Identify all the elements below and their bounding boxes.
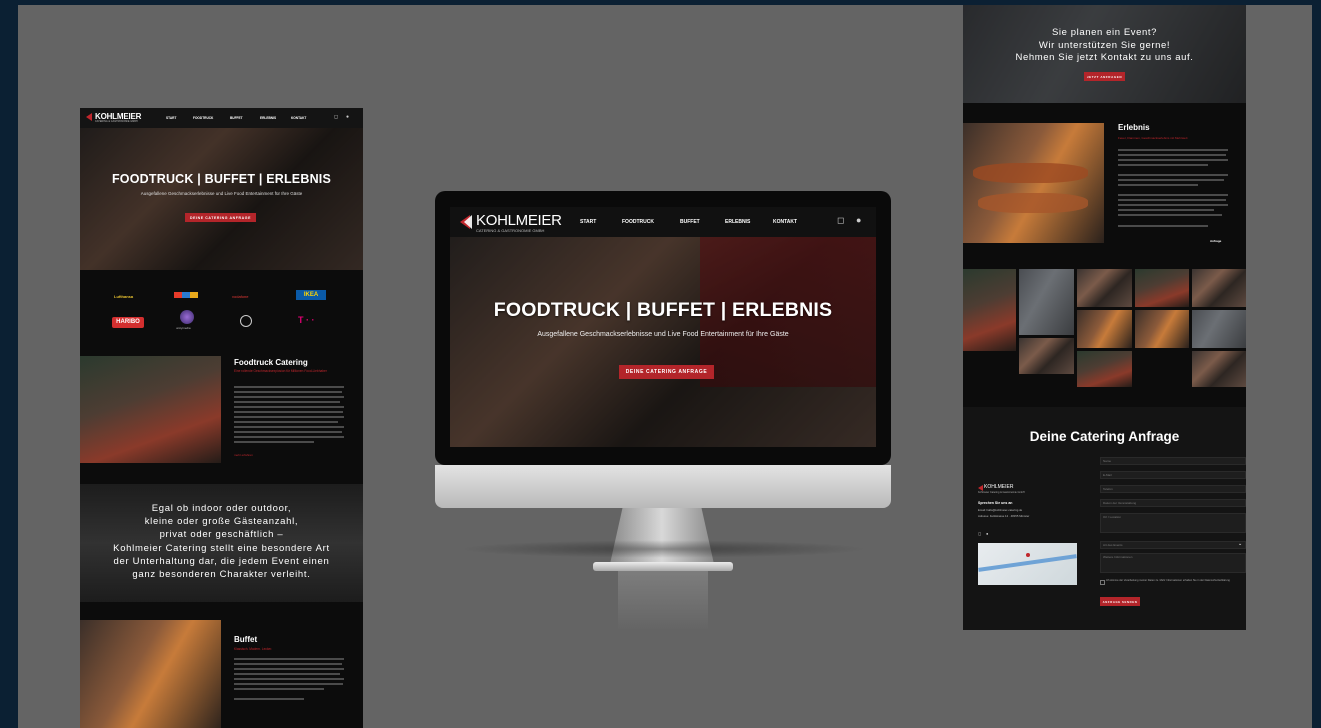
- foodtruck-title: Foodtruck Catering: [234, 358, 308, 367]
- brand-logo-mark: [86, 113, 94, 122]
- location-map[interactable]: [978, 543, 1077, 585]
- foodtruck-more-link[interactable]: mehr erfahren: [234, 453, 253, 457]
- partner-logo-telekom: T · ·: [298, 315, 315, 325]
- facebook-icon[interactable]: ●: [856, 216, 861, 225]
- nav-start[interactable]: START: [166, 116, 176, 120]
- brand-name[interactable]: KOHLMEIER: [476, 212, 562, 229]
- form-field-event-type-select[interactable]: Art des Events: [1100, 541, 1246, 549]
- brand-name: KOHLMEIER: [984, 484, 1014, 490]
- monitor-website: KOHLMEIER CATERING & GASTRONOMIE GMBH ST…: [450, 207, 876, 447]
- partner-logo-lufthansa: Lufthansa: [114, 294, 134, 299]
- presentation-canvas: KOHLMEIER CATERING & GASTRONOMIE GMBH ST…: [18, 5, 1312, 728]
- gallery-photo[interactable]: [1019, 338, 1074, 374]
- erlebnis-title: Erlebnis: [1118, 123, 1150, 132]
- chevron-down-icon: ⌄: [1238, 541, 1243, 547]
- nav-erlebnis[interactable]: ERLEBNIS: [260, 116, 276, 120]
- instagram-icon[interactable]: ◻: [837, 216, 844, 225]
- buffet-title: Buffet: [234, 635, 258, 644]
- quote-text: Egal ob indoor oder outdoor, kleine oder…: [113, 503, 330, 581]
- contact-address: Adresse: Feldstrasse 12 · 48155 Münster: [978, 514, 1030, 518]
- gallery-photo[interactable]: [1192, 351, 1246, 387]
- monitor-reflection: [618, 571, 708, 631]
- nav-buffet[interactable]: BUFFET: [230, 116, 243, 120]
- event-banner: Sie planen ein Event? Wir unterstützen S…: [963, 5, 1246, 103]
- hero-cta-button[interactable]: DEINE CATERING ANFRAGE: [619, 365, 714, 379]
- partner-logo-haribo: HARIBO: [112, 317, 144, 328]
- form-field-phone[interactable]: Telefon: [1100, 485, 1246, 493]
- monitor-base: [593, 562, 733, 571]
- right-page-preview: Sie planen ein Event? Wir unterstützen S…: [963, 5, 1246, 630]
- partner-logo-colorbar: [174, 292, 198, 298]
- event-banner-cta-button[interactable]: JETZT ANFRAGEN: [1084, 72, 1125, 81]
- nav-erlebnis[interactable]: ERLEBNIS: [725, 219, 750, 225]
- facebook-icon[interactable]: ●: [986, 532, 988, 536]
- form-field-message[interactable]: Weitere Informationen: [1100, 553, 1246, 573]
- quote-section: Egal ob indoor oder outdoor, kleine oder…: [80, 484, 363, 602]
- form-field-location[interactable]: Ort / Location: [1100, 513, 1246, 533]
- instagram-icon[interactable]: ◻: [978, 532, 981, 536]
- hero-cta-button[interactable]: DEINE CATERING ANFRAGE: [185, 213, 256, 222]
- gallery-photo[interactable]: [1019, 269, 1074, 335]
- hero-subtitle: Ausgefallene Geschmackserlebnisse und Li…: [140, 191, 303, 196]
- mobile-header: KOHLMEIER CATERING & GASTRONOMIE GMBH ST…: [80, 108, 363, 128]
- gallery-photo[interactable]: [1135, 310, 1189, 348]
- nav-foodtruck[interactable]: FOODTRUCK: [193, 116, 213, 120]
- nav-foodtruck[interactable]: FOODTRUCK: [622, 219, 654, 225]
- foodtruck-subtitle: Eine rollende Geschmacksexplosion für Mi…: [234, 369, 327, 373]
- mobile-hero: FOODTRUCK | BUFFET | ERLEBNIS Ausgefalle…: [80, 128, 363, 270]
- contact-title: Deine Catering Anfrage: [1029, 429, 1180, 444]
- consent-checkbox[interactable]: [1100, 580, 1105, 585]
- desktop-header: KOHLMEIER CATERING & GASTRONOMIE GMBH ST…: [450, 207, 876, 237]
- contact-heading: Sprechen Sie uns an: [978, 501, 1013, 505]
- instagram-icon[interactable]: ◻: [334, 115, 338, 120]
- hero-subtitle: Ausgefallene Geschmackserlebnisse und Li…: [537, 331, 789, 338]
- monitor-shadow: [458, 540, 868, 558]
- hero-title: FOODTRUCK | BUFFET | ERLEBNIS: [493, 299, 833, 321]
- event-banner-text: Sie planen ein Event? Wir unterstützen S…: [1015, 27, 1194, 63]
- nav-buffet[interactable]: BUFFET: [680, 219, 700, 225]
- contact-email[interactable]: Email: hallo@kohlmeier-catering.de: [978, 508, 1022, 512]
- desktop-hero: FOODTRUCK | BUFFET | ERLEBNIS Ausgefalle…: [450, 237, 876, 447]
- erlebnis-subtitle: Feuer, Flammen, Geschmackserlebnis mit M…: [1118, 136, 1188, 140]
- photo-gallery: [963, 269, 1246, 389]
- nav-kontakt[interactable]: KONTAKT: [291, 116, 306, 120]
- contact-company-name: Kohlmeier Catering & Gastronomie GmbH: [978, 491, 1025, 494]
- monitor-chin: [435, 465, 891, 508]
- form-field-email[interactable]: E-Mail: [1100, 471, 1246, 479]
- partner-logo-ikea: IKEA: [296, 290, 326, 300]
- partner-logo-mercedes-icon: [240, 315, 252, 327]
- partner-logo-unitymedia-mark: [180, 310, 194, 324]
- partner-logo-unitymedia: unitymedia: [176, 326, 191, 330]
- gallery-photo[interactable]: [1192, 269, 1246, 307]
- hero-title: FOODTRUCK | BUFFET | ERLEBNIS: [111, 172, 332, 186]
- partner-logo-vodafone: vodafone: [232, 294, 249, 299]
- nav-start[interactable]: START: [580, 219, 596, 225]
- brand-tagline: CATERING & GASTRONOMIE GMBH: [95, 120, 138, 123]
- gallery-photo[interactable]: [963, 269, 1016, 351]
- gallery-photo[interactable]: [1077, 351, 1132, 387]
- map-pin-icon: [1026, 553, 1030, 557]
- form-field-name[interactable]: Name: [1100, 457, 1246, 465]
- form-field-date[interactable]: Datum der Veranstaltung: [1100, 499, 1246, 507]
- erlebnis-highlight-link[interactable]: Anfrage: [1210, 239, 1221, 243]
- consent-text: Ich stimme der Verarbeitung meiner Daten…: [1106, 579, 1230, 582]
- brand-tagline: CATERING & GASTRONOMIE GMBH: [476, 228, 545, 233]
- partner-logos: Lufthansa vodafone IKEA HARIBO unitymedi…: [80, 270, 363, 356]
- buffet-subtitle: Klassisch. Modern. Lecker.: [234, 647, 273, 651]
- buffet-photo: [80, 620, 221, 728]
- form-submit-button[interactable]: ANFRAGE SENDEN: [1100, 597, 1140, 606]
- gallery-photo[interactable]: [1077, 310, 1132, 348]
- facebook-icon[interactable]: ●: [346, 115, 349, 120]
- gallery-photo[interactable]: [1077, 269, 1132, 307]
- nav-kontakt[interactable]: KONTAKT: [773, 219, 797, 225]
- erlebnis-grill-photo: [963, 123, 1104, 243]
- gallery-photo[interactable]: [1192, 310, 1246, 348]
- gallery-photo[interactable]: [1135, 269, 1189, 307]
- mobile-page-preview: KOHLMEIER CATERING & GASTRONOMIE GMBH ST…: [80, 108, 363, 728]
- foodtruck-photo: [80, 356, 221, 463]
